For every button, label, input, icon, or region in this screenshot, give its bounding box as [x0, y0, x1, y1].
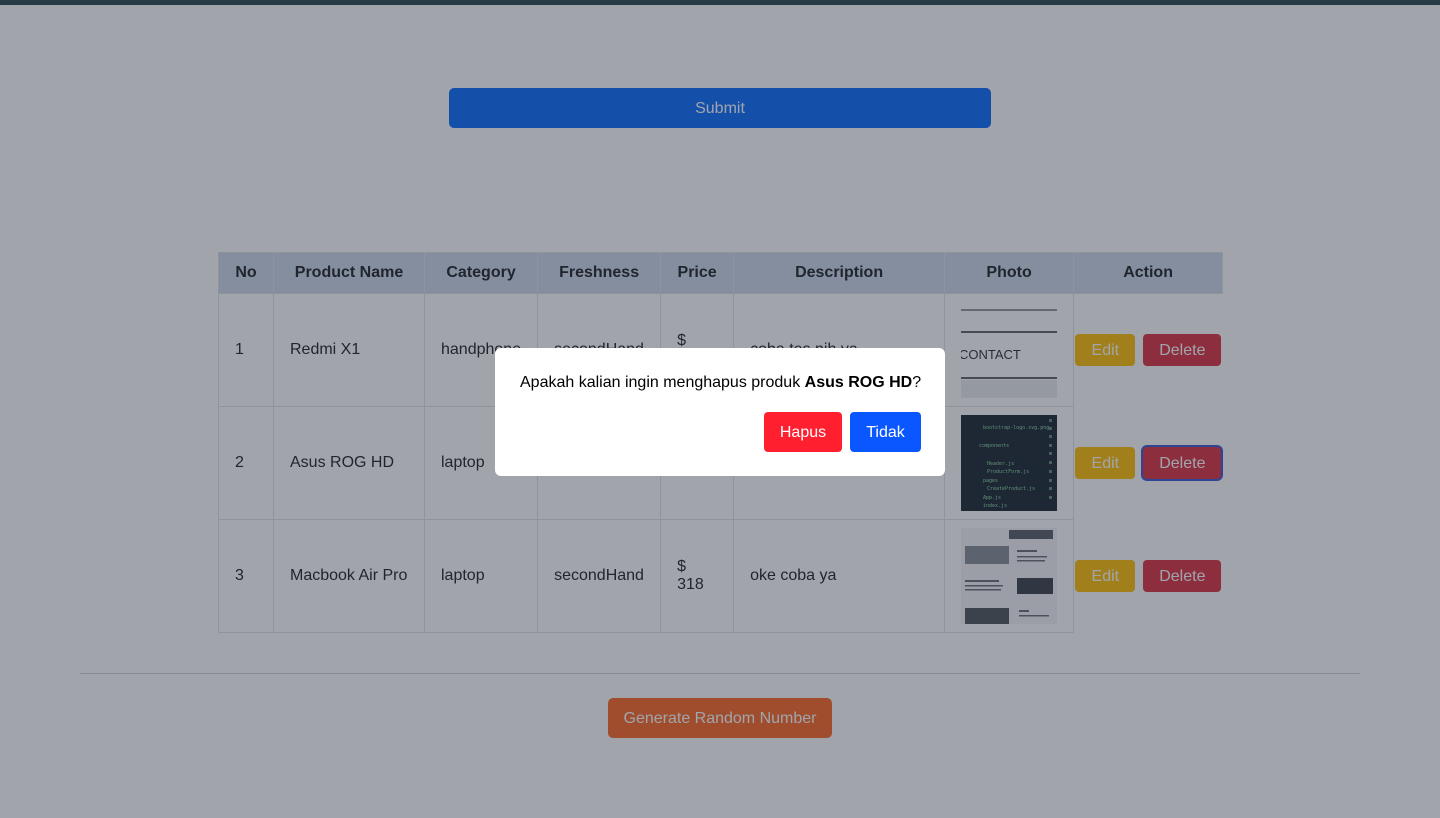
delete-confirm-dialog: Apakah kalian ingin menghapus produk Asu… [495, 348, 945, 476]
dialog-message-text: Apakah kalian ingin menghapus produk [520, 374, 805, 391]
cancel-delete-button[interactable]: Tidak [850, 412, 921, 452]
dialog-actions: Hapus Tidak [764, 412, 921, 452]
confirm-delete-button[interactable]: Hapus [764, 412, 842, 452]
dialog-product-name: Asus ROG HD [804, 374, 913, 391]
dialog-message-suffix: ? [912, 374, 922, 391]
dialog-message: Apakah kalian ingin menghapus produk Asu… [520, 374, 921, 392]
